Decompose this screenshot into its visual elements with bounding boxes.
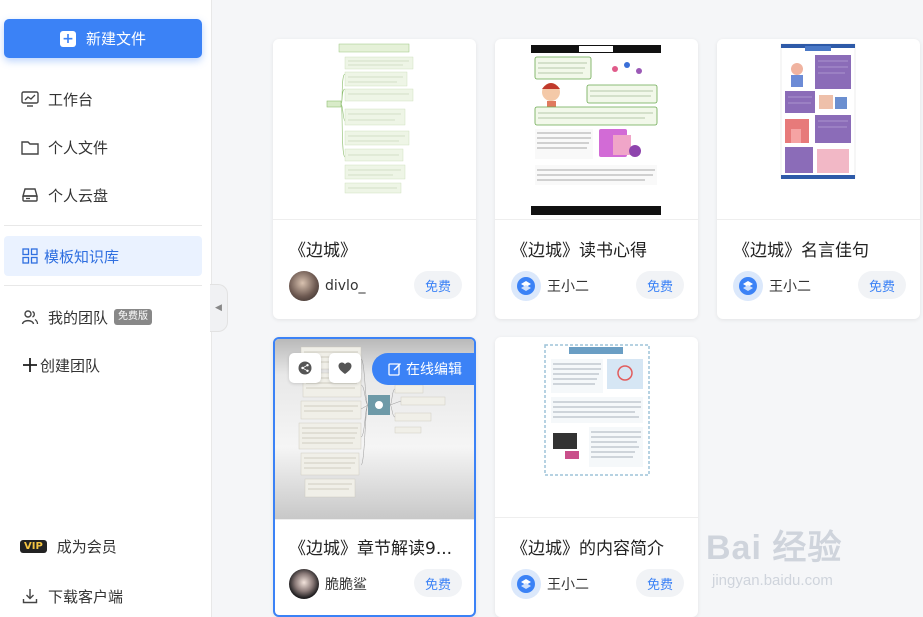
author: 王小二 bbox=[733, 271, 811, 301]
author-name: 脆脆鲨 bbox=[325, 577, 367, 593]
sidebar-item-label: 创建团队 bbox=[40, 356, 101, 375]
grid-icon bbox=[20, 246, 40, 266]
author: 脆脆鲨 bbox=[289, 569, 367, 599]
card-title: 《边城》名言佳句 bbox=[733, 241, 869, 261]
price-badge: 免费 bbox=[414, 569, 462, 597]
template-card[interactable]: 《边城》 divlo_ 免费 bbox=[273, 39, 476, 319]
template-card-selected[interactable]: 在线编辑 《边城》章节解读9... 脆脆鲨 免费 bbox=[273, 337, 476, 617]
author: divlo_ bbox=[289, 271, 366, 301]
divider bbox=[4, 285, 202, 286]
chevron-left-icon: ◀ bbox=[215, 303, 222, 313]
sidebar-item-label: 个人文件 bbox=[48, 138, 109, 157]
avatar bbox=[289, 569, 319, 599]
download-icon bbox=[20, 586, 40, 606]
sidebar-item-label: 工作台 bbox=[48, 90, 94, 109]
sidebar-item-create-team[interactable]: 创建团队 bbox=[0, 345, 212, 385]
favorite-button[interactable] bbox=[329, 353, 361, 383]
brand-logo-icon bbox=[739, 277, 757, 295]
edit-online-button[interactable]: 在线编辑 bbox=[372, 353, 474, 385]
price-badge: 免费 bbox=[414, 271, 462, 299]
sidebar-item-cloud-disk[interactable]: 个人云盘 bbox=[0, 175, 212, 215]
sidebar-item-label: 成为会员 bbox=[56, 537, 117, 556]
sidebar-item-personal-files[interactable]: 个人文件 bbox=[0, 127, 212, 167]
card-title: 《边城》的内容简介 bbox=[511, 539, 664, 559]
free-version-badge: 免费版 bbox=[114, 309, 153, 325]
template-thumbnail bbox=[495, 39, 698, 220]
collapse-sidebar-handle[interactable]: ◀ bbox=[210, 284, 228, 332]
avatar bbox=[733, 271, 763, 301]
sidebar: + 新建文件 工作台 个人文件 个人云盘 模板知识库 我的团队 免费版 创建团队… bbox=[0, 0, 212, 617]
share-button[interactable] bbox=[289, 353, 321, 383]
avatar bbox=[511, 271, 541, 301]
sidebar-item-download-client[interactable]: 下载客户端 bbox=[0, 576, 212, 616]
author: 王小二 bbox=[511, 569, 589, 599]
folder-icon bbox=[20, 137, 40, 157]
plus-icon: + bbox=[59, 30, 76, 47]
brand-logo-icon bbox=[517, 575, 535, 593]
card-hover-tools bbox=[289, 353, 361, 383]
edit-icon bbox=[388, 363, 401, 376]
author-name: 王小二 bbox=[547, 279, 589, 295]
card-title: 《边城》章节解读9... bbox=[289, 539, 453, 559]
sidebar-item-become-member[interactable]: VIP 成为会员 bbox=[0, 526, 212, 566]
sidebar-item-my-team[interactable]: 我的团队 免费版 bbox=[0, 297, 212, 337]
price-badge: 免费 bbox=[858, 271, 906, 299]
author-name: divlo_ bbox=[325, 278, 366, 294]
author-name: 王小二 bbox=[769, 279, 811, 295]
team-icon bbox=[20, 307, 40, 327]
baidu-jingyan-watermark: Bai 经验 jingyan.baidu.com bbox=[706, 520, 886, 600]
author: 王小二 bbox=[511, 271, 589, 301]
author-name: 王小二 bbox=[547, 577, 589, 593]
monitor-icon bbox=[20, 89, 40, 109]
avatar bbox=[511, 569, 541, 599]
edit-online-label: 在线编辑 bbox=[406, 362, 462, 378]
template-thumbnail bbox=[717, 39, 920, 220]
template-thumbnail bbox=[495, 337, 698, 518]
template-thumbnail bbox=[273, 39, 476, 220]
new-file-label: 新建文件 bbox=[85, 30, 146, 48]
sidebar-item-label: 模板知识库 bbox=[44, 247, 120, 266]
sidebar-item-workbench[interactable]: 工作台 bbox=[0, 79, 212, 119]
plus-icon bbox=[20, 355, 40, 375]
cloud-disk-icon bbox=[20, 185, 40, 205]
card-title: 《边城》读书心得 bbox=[511, 241, 647, 261]
price-badge: 免费 bbox=[636, 569, 684, 597]
template-card[interactable]: 《边城》的内容简介 王小二 免费 bbox=[495, 337, 698, 617]
heart-icon bbox=[338, 362, 352, 374]
sidebar-item-template-library[interactable]: 模板知识库 bbox=[4, 236, 202, 276]
divider bbox=[4, 225, 202, 226]
card-title: 《边城》 bbox=[289, 241, 357, 261]
brand-logo-icon bbox=[517, 277, 535, 295]
avatar bbox=[289, 271, 319, 301]
watermark-sub: jingyan.baidu.com bbox=[712, 572, 833, 589]
watermark-main: Bai 经验 bbox=[706, 529, 843, 567]
sidebar-item-label: 下载客户端 bbox=[48, 587, 124, 606]
template-card[interactable]: 《边城》读书心得 王小二 免费 bbox=[495, 39, 698, 319]
share-icon bbox=[298, 361, 312, 375]
price-badge: 免费 bbox=[636, 271, 684, 299]
vip-icon: VIP bbox=[20, 539, 47, 553]
template-card[interactable]: 《边城》名言佳句 王小二 免费 bbox=[717, 39, 920, 319]
sidebar-item-label: 我的团队 bbox=[48, 308, 109, 327]
new-file-button[interactable]: + 新建文件 bbox=[4, 19, 202, 58]
sidebar-item-label: 个人云盘 bbox=[48, 186, 109, 205]
